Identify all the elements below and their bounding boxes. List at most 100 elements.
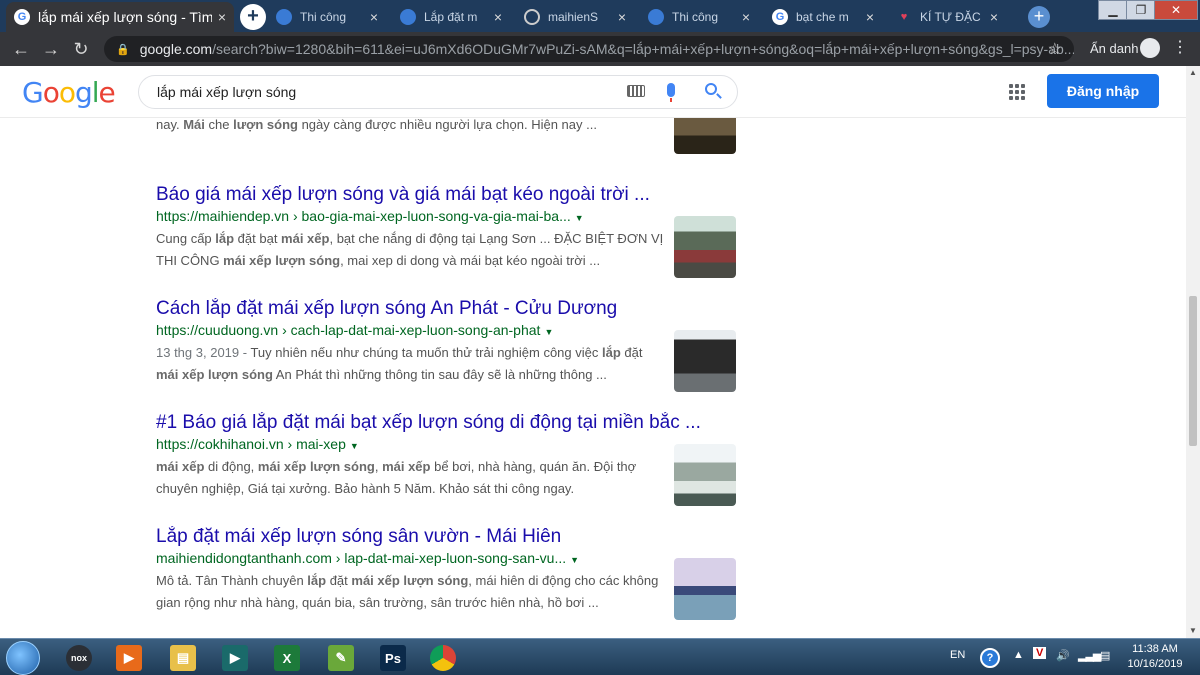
video-editor-app[interactable]: ▶ bbox=[212, 642, 258, 674]
network-icon[interactable]: ▂▃▅ bbox=[1078, 649, 1101, 662]
tab-title: KÍ TỰ ĐẶC bbox=[920, 10, 981, 24]
browser-tab[interactable]: Gbạt che m × bbox=[764, 2, 882, 32]
close-tab-icon[interactable]: × bbox=[218, 9, 226, 25]
tab-title: bạt che m bbox=[796, 10, 849, 24]
close-tab-icon[interactable]: × bbox=[866, 9, 874, 25]
nox-app-icon: nox bbox=[66, 645, 92, 671]
result-url-text[interactable]: https://cuuduong.vn › cach-lap-dat-mai-x… bbox=[156, 322, 540, 338]
web-icon bbox=[400, 9, 416, 25]
back-icon[interactable]: ← bbox=[6, 39, 36, 60]
nox-app[interactable]: nox bbox=[56, 642, 102, 674]
close-tab-icon[interactable]: × bbox=[494, 9, 502, 25]
result-url[interactable]: https://maihiendep.vn › bao-gia-mai-xep-… bbox=[156, 206, 736, 228]
system-clock[interactable]: 11:38 AM 10/16/2019 bbox=[1120, 642, 1190, 672]
logo-letter: e bbox=[98, 76, 116, 109]
result-title-link[interactable]: Báo giá mái xếp lượn sóng và giá mái bạt… bbox=[156, 184, 736, 206]
vietkey-app[interactable]: ✎ bbox=[318, 642, 364, 674]
result-url-text[interactable]: https://cokhihanoi.vn › mai-xep bbox=[156, 436, 346, 452]
scrollbar-thumb[interactable] bbox=[1189, 296, 1197, 446]
video-editor-app-icon: ▶ bbox=[222, 645, 248, 671]
thumb-awning[interactable] bbox=[674, 444, 736, 506]
google-icon: G bbox=[14, 9, 30, 25]
browser-tab[interactable]: Glắp mái xếp lượn sóng - Tìm trên Google… bbox=[6, 2, 234, 32]
close-window-button[interactable]: ✕ bbox=[1154, 0, 1198, 20]
keyboard-icon[interactable] bbox=[627, 85, 645, 97]
close-tab-icon[interactable]: × bbox=[370, 9, 378, 25]
globe-icon bbox=[524, 9, 540, 25]
close-tab-icon[interactable]: × bbox=[742, 9, 750, 25]
result-url-text[interactable]: maihiendidongtanthanh.com › lap-dat-mai-… bbox=[156, 550, 566, 566]
bookmark-star-icon[interactable]: ☆ bbox=[1048, 39, 1062, 59]
forward-icon[interactable]: → bbox=[36, 39, 66, 60]
photoshop-app-icon: Ps bbox=[380, 645, 406, 671]
reload-icon[interactable]: ↻ bbox=[66, 39, 96, 60]
vietkey-tray-icon[interactable]: V bbox=[1033, 647, 1047, 659]
excel-app-icon: X bbox=[274, 645, 300, 671]
maximize-button[interactable]: ❐ bbox=[1126, 0, 1156, 20]
thumb-waterfront[interactable] bbox=[674, 118, 736, 154]
scroll-down-arrow-icon[interactable]: ▼ bbox=[1189, 626, 1197, 635]
vietkey-app-icon: ✎ bbox=[328, 645, 354, 671]
url-dropdown-caret-icon[interactable]: ▼ bbox=[570, 555, 579, 565]
result-url[interactable]: https://cokhihanoi.vn › mai-xep ▼ bbox=[156, 434, 736, 456]
photoshop-app[interactable]: Ps bbox=[370, 642, 416, 674]
chrome-menu-icon[interactable]: ⋮ bbox=[1172, 38, 1188, 58]
url-dropdown-caret-icon[interactable]: ▼ bbox=[350, 441, 359, 451]
new-tab-button-secondary[interactable]: + bbox=[1028, 6, 1050, 28]
volume-icon[interactable]: 🔊 bbox=[1056, 649, 1070, 662]
microphone-icon[interactable] bbox=[667, 83, 675, 102]
tab-title: lắp mái xếp lượn sóng - Tìm trên Google bbox=[38, 9, 212, 25]
excel-app[interactable]: X bbox=[264, 642, 310, 674]
url-host: google.com bbox=[139, 41, 213, 57]
minimize-button[interactable]: ▁ bbox=[1098, 0, 1128, 20]
tray-expand-icon[interactable]: ▲ bbox=[1013, 649, 1024, 661]
tab-title: Thi công bbox=[300, 10, 347, 24]
search-icon[interactable] bbox=[705, 83, 717, 95]
result-snippet: Mô tả. Tân Thành chuyên lắp đặt mái xếp … bbox=[156, 573, 659, 610]
action-center-icon[interactable]: ▤ bbox=[1100, 649, 1110, 662]
browser-toolbar: ← → ↻ 🔒 google.com /search?biw=1280&bih=… bbox=[0, 32, 1200, 66]
thumb-cafe[interactable] bbox=[674, 216, 736, 278]
heart-icon: ♥ bbox=[900, 11, 908, 23]
sign-in-button[interactable]: Đăng nhập bbox=[1047, 74, 1159, 108]
close-tab-icon[interactable]: × bbox=[990, 9, 998, 25]
browser-tab[interactable]: Thi công × bbox=[268, 2, 386, 32]
page-scrollbar[interactable]: ▲ ▼ bbox=[1186, 66, 1200, 638]
apps-grid-icon[interactable] bbox=[1009, 84, 1025, 100]
lock-icon: 🔒 bbox=[116, 43, 130, 56]
result-url[interactable]: maihiendidongtanthanh.com › lap-dat-mai-… bbox=[156, 548, 736, 570]
logo-letter: o bbox=[42, 76, 60, 109]
scroll-up-arrow-icon[interactable]: ▲ bbox=[1189, 68, 1197, 77]
thumb-collage[interactable] bbox=[674, 558, 736, 620]
file-explorer-app[interactable]: ▤ bbox=[160, 642, 206, 674]
search-results: 11 thg 3, 2019 - Một số vấn đề mọi người… bbox=[0, 118, 1186, 638]
windows-taskbar: nox ▶ ▤ ▶ X ✎ Ps EN ? ▲ V 🔊 ▂▃▅ ▤ 11:38 AM 10/… bbox=[0, 638, 1200, 675]
address-bar[interactable]: 🔒 google.com /search?biw=1280&bih=611&ei… bbox=[104, 36, 1074, 62]
result-title-link[interactable]: #1 Báo giá lắp đặt mái bạt xếp lượn sóng… bbox=[156, 412, 736, 434]
browser-tab[interactable]: Lắp đặt m × bbox=[392, 2, 510, 32]
result-url-text[interactable]: https://maihiendep.vn › bao-gia-mai-xep-… bbox=[156, 208, 571, 224]
media-player-app[interactable]: ▶ bbox=[106, 642, 152, 674]
incognito-icon[interactable] bbox=[1140, 38, 1160, 58]
chrome-app[interactable] bbox=[420, 642, 466, 674]
incognito-label: Ẩn danh bbox=[1090, 41, 1139, 56]
browser-tab[interactable]: maihienS × bbox=[516, 2, 634, 32]
language-indicator[interactable]: EN bbox=[950, 649, 965, 661]
google-icon: G bbox=[772, 9, 788, 25]
search-box[interactable]: lắp mái xếp lượn sóng bbox=[138, 75, 738, 109]
new-tab-button[interactable]: + bbox=[240, 4, 266, 30]
close-tab-icon[interactable]: × bbox=[618, 9, 626, 25]
result-title-link[interactable]: Cách lắp đặt mái xếp lượn sóng An Phát -… bbox=[156, 298, 736, 320]
thumb-pergola[interactable] bbox=[674, 330, 736, 392]
tab-title: Lắp đặt m bbox=[424, 10, 478, 24]
result-url[interactable]: https://cuuduong.vn › cach-lap-dat-mai-x… bbox=[156, 320, 736, 342]
help-icon[interactable]: ? bbox=[980, 648, 1000, 668]
url-dropdown-caret-icon[interactable]: ▼ bbox=[575, 213, 584, 223]
browser-tab[interactable]: ♥ KÍ TỰ ĐẶC × bbox=[888, 2, 1006, 32]
google-logo[interactable]: Google bbox=[22, 76, 116, 109]
start-button[interactable] bbox=[6, 641, 40, 675]
search-input[interactable]: lắp mái xếp lượn sóng bbox=[157, 84, 296, 100]
result-title-link[interactable]: Lắp đặt mái xếp lượn sóng sân vườn - Mái… bbox=[156, 526, 736, 548]
browser-tab[interactable]: Thi công × bbox=[640, 2, 758, 32]
url-dropdown-caret-icon[interactable]: ▼ bbox=[544, 327, 553, 337]
